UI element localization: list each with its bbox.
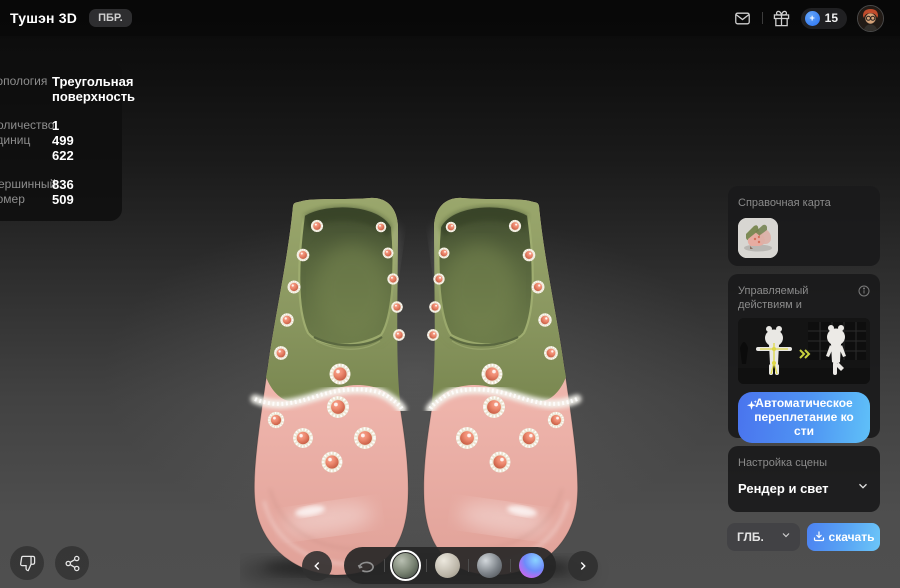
stat-face-count: Количество единиц 1 499 622 — [0, 118, 114, 163]
stat-value: 1 499 622 — [52, 118, 84, 163]
render-light-value: Рендер и свет — [738, 481, 829, 496]
divider — [468, 559, 469, 572]
action-driven-panel: Управляемый действиям и — [728, 274, 880, 438]
share-icon — [64, 555, 81, 572]
material-metal[interactable] — [477, 553, 502, 578]
stat-label: Вершинный номер — [0, 177, 44, 207]
next-button[interactable] — [568, 551, 598, 581]
avatar[interactable] — [857, 5, 884, 32]
action-driven-title: Управляемый действиям и — [738, 284, 850, 312]
format-value: ГЛБ. — [737, 530, 764, 544]
feedback-actions — [10, 546, 89, 580]
stat-value: Треугольная поверхность — [52, 74, 84, 104]
reference-map-title: Справочная карта — [738, 196, 870, 210]
prev-button[interactable] — [302, 551, 332, 581]
download-label: скачать — [829, 530, 875, 544]
app-title: Тушэн 3D — [10, 10, 77, 26]
auto-rig-button[interactable]: Автоматическое переплетание кости — [738, 392, 870, 443]
format-select[interactable]: ГЛБ. — [727, 523, 800, 551]
app-screen: Тушэн 3D ПБР. + 15 — [0, 0, 900, 588]
stat-value: 836 509 — [52, 177, 84, 207]
material-normal-map[interactable] — [519, 553, 544, 578]
header-actions: + 15 — [734, 5, 884, 32]
download-button[interactable]: скачать — [807, 523, 880, 551]
model-stats-panel: Топология Треугольная поверхность Количе… — [0, 62, 122, 221]
stat-label: Количество единиц — [0, 118, 44, 163]
credits-pill[interactable]: + 15 — [801, 8, 847, 29]
chevron-right-icon — [576, 559, 590, 573]
divider — [426, 559, 427, 572]
stat-label: Топология — [0, 74, 44, 104]
rotate-icon — [356, 556, 376, 576]
download-icon — [813, 530, 825, 545]
reference-image-thumbnail[interactable] — [738, 218, 778, 258]
divider — [510, 559, 511, 572]
chevron-left-icon — [310, 559, 324, 573]
scene-settings-title: Настройка сцены — [738, 456, 870, 470]
auto-rig-label: Автоматическое переплетание кости — [752, 396, 856, 438]
credits-count: 15 — [825, 11, 838, 25]
thumbs-down-icon — [19, 555, 36, 572]
top-bar: Тушэн 3D ПБР. + 15 — [0, 0, 900, 36]
auto-rotate-button[interactable] — [356, 556, 376, 576]
rig-preview-image — [738, 318, 870, 384]
stat-vertex-count: Вершинный номер 836 509 — [0, 177, 114, 207]
material-matte[interactable] — [435, 553, 460, 578]
material-pill — [344, 547, 556, 584]
export-row: ГЛБ. скачать — [727, 523, 880, 551]
mail-icon[interactable] — [734, 9, 752, 27]
reference-map-panel: Справочная карта — [728, 186, 880, 266]
info-icon[interactable] — [858, 284, 870, 302]
shoes-3d-model — [240, 171, 630, 588]
scene-settings-panel: Настройка сцены Рендер и свет — [728, 446, 880, 512]
divider — [384, 559, 385, 572]
share-button[interactable] — [55, 546, 89, 580]
credits-coin-icon: + — [805, 11, 820, 26]
chevron-down-icon — [856, 479, 870, 498]
header-divider — [762, 12, 763, 24]
chevron-down-icon — [780, 528, 792, 546]
material-textured[interactable] — [393, 553, 418, 578]
gift-icon[interactable] — [773, 9, 791, 27]
thumbs-down-button[interactable] — [10, 546, 44, 580]
pbr-badge: ПБР. — [89, 9, 132, 27]
stat-topology: Топология Треугольная поверхность — [0, 74, 114, 104]
render-light-select[interactable]: Рендер и свет — [738, 479, 870, 498]
sparkle-icon — [745, 399, 758, 415]
